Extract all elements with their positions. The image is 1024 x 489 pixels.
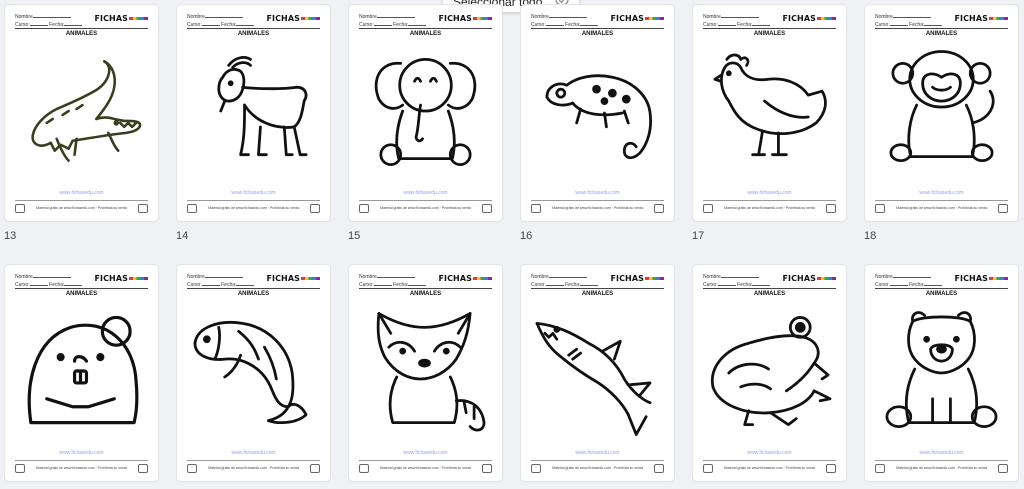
sheet-footer: Material gratis de www.fichasedu.com · P… xyxy=(531,463,664,473)
worksheet-card-14[interactable]: Nombre Curso: Fecha: FICHAS ANIMALES www… xyxy=(177,5,330,221)
sheet-url: www.fichasedu.com xyxy=(575,450,620,456)
fichas-logo: FICHAS xyxy=(94,14,148,23)
worksheet-card-20[interactable]: Nombre Curso: Fecha: FICHAS ANIMALES www… xyxy=(177,265,330,481)
sheet-footer: Material gratis de www.fichasedu.com · P… xyxy=(703,203,836,213)
sheet-url: www.fichasedu.com xyxy=(403,190,448,196)
sheet-url: www.fichasedu.com xyxy=(747,190,792,196)
fichas-logo: FICHAS xyxy=(954,14,1008,23)
sheet-header-fields: Nombre Curso: Fecha: xyxy=(187,13,255,28)
fecha-label: Fecha: xyxy=(49,21,65,28)
page-number: 18 xyxy=(864,230,877,242)
sheet-footer: Material gratis de www.fichasedu.com · P… xyxy=(187,463,320,473)
sheet-header-fields: Nombre Curso: Fecha: xyxy=(875,13,943,28)
sheet-footer: Material gratis de www.fichasedu.com · P… xyxy=(359,203,492,213)
child-icon xyxy=(138,204,148,213)
hen-drawing xyxy=(705,43,834,183)
fichas-logo: FICHAS xyxy=(266,274,320,283)
bear-drawing xyxy=(877,303,1006,443)
raccoon-drawing xyxy=(361,303,490,443)
sheet-url: www.fichasedu.com xyxy=(919,190,964,196)
sheet-header-fields: Nombre Curso: Fecha: xyxy=(703,13,771,28)
sheet-header-fields: Nombre Curso: Fecha: xyxy=(359,13,427,28)
sheet-header-fields: Nombre Curso: Fecha: xyxy=(875,273,943,288)
page-number: 16 xyxy=(520,230,533,242)
sheet-url: www.fichasedu.com xyxy=(59,190,104,196)
sheet-url: www.fichasedu.com xyxy=(747,450,792,456)
sheet-footer: Material gratis de www.fichasedu.com · P… xyxy=(187,203,320,213)
sheet-footer: Material gratis de www.fichasedu.com · P… xyxy=(875,463,1008,473)
sheet-header-fields: Nombre Curso: Fecha: xyxy=(187,273,255,288)
sheet-title: ANIMALES xyxy=(925,291,958,297)
beaver-drawing xyxy=(17,303,146,443)
sheet-header-fields: Nombre Curso: Fecha: xyxy=(703,273,771,288)
nombre-label: Nombre xyxy=(15,14,33,20)
sheet-header-fields: Nombre Curso: Fecha: xyxy=(359,273,427,288)
worksheet-card-22[interactable]: Nombre Curso: Fecha: FICHAS ANIMALES www… xyxy=(521,265,674,481)
fish-drawing xyxy=(189,303,318,443)
sheet-title: ANIMALES xyxy=(409,31,442,37)
sheet-url: www.fichasedu.com xyxy=(919,450,964,456)
sheet-header-fields: Nombre Curso: Fecha: xyxy=(15,13,83,28)
worksheet-card-18[interactable]: Nombre Curso: Fecha: FICHAS ANIMALES www… xyxy=(865,5,1018,221)
sheet-title: ANIMALES xyxy=(581,31,614,37)
sheet-url: www.fichasedu.com xyxy=(231,450,276,456)
worksheet-card-21[interactable]: Nombre Curso: Fecha: FICHAS ANIMALES www… xyxy=(349,265,502,481)
sheet-footer: Material gratis de www.fichasedu.com · P… xyxy=(531,203,664,213)
sheet-title: ANIMALES xyxy=(237,31,270,37)
sheet-url: www.fichasedu.com xyxy=(231,190,276,196)
crocodile-drawing xyxy=(17,43,146,183)
page-number: 15 xyxy=(348,230,361,242)
sheet-title: ANIMALES xyxy=(65,291,98,297)
fichas-logo: FICHAS xyxy=(266,14,320,23)
fichas-logo: FICHAS xyxy=(782,274,836,283)
worksheet-card-23[interactable]: Nombre Curso: Fecha: FICHAS ANIMALES www… xyxy=(693,265,846,481)
elephant-drawing xyxy=(361,43,490,183)
monkey-drawing xyxy=(877,43,1006,183)
sheet-header-fields: Nombre Curso: Fecha: xyxy=(15,273,83,288)
fichas-logo: FICHAS xyxy=(782,14,836,23)
page-number: 17 xyxy=(692,230,705,242)
sheet-header-fields: Nombre Curso: Fecha: xyxy=(531,273,599,288)
shark-drawing xyxy=(533,303,662,443)
worksheet-card-15[interactable]: Nombre Curso: Fecha: FICHAS ANIMALES www… xyxy=(349,5,502,221)
sheet-header-fields: Nombre Curso: Fecha: xyxy=(531,13,599,28)
fichas-logo: FICHAS xyxy=(438,274,492,283)
sheet-title: ANIMALES xyxy=(409,291,442,297)
fichas-logo: FICHAS xyxy=(610,274,664,283)
fichas-logo: FICHAS xyxy=(94,274,148,283)
frog-drawing xyxy=(705,303,834,443)
sheet-url: www.fichasedu.com xyxy=(403,450,448,456)
sheet-title: ANIMALES xyxy=(65,31,98,37)
sheet-url: www.fichasedu.com xyxy=(575,190,620,196)
sheet-title: ANIMALES xyxy=(753,31,786,37)
sheet-footer: Material gratis de www.fichasedu.com · P… xyxy=(15,463,148,473)
page-number: 14 xyxy=(176,230,189,242)
worksheet-card-16[interactable]: Nombre Curso: Fecha: FICHAS ANIMALES www… xyxy=(521,5,674,221)
sheet-title: ANIMALES xyxy=(581,291,614,297)
child-icon xyxy=(15,204,25,213)
worksheet-card-24[interactable]: Nombre Curso: Fecha: FICHAS ANIMALES www… xyxy=(865,265,1018,481)
page-number: 13 xyxy=(4,230,17,242)
chameleon-drawing xyxy=(533,43,662,183)
worksheet-card-17[interactable]: Nombre Curso: Fecha: FICHAS ANIMALES www… xyxy=(693,5,846,221)
curso-label: Curso: xyxy=(15,21,30,28)
fichas-logo: FICHAS xyxy=(954,274,1008,283)
fichas-logo: FICHAS xyxy=(438,14,492,23)
sheet-footer: Material gratis de www.fichasedu.com · P… xyxy=(15,203,148,213)
worksheet-card-19[interactable]: Nombre Curso: Fecha: FICHAS ANIMALES www… xyxy=(5,265,158,481)
sheet-footer: Material gratis de www.fichasedu.com · P… xyxy=(703,463,836,473)
sheet-footer: Material gratis de www.fichasedu.com · P… xyxy=(359,463,492,473)
sheet-footer: Material gratis de www.fichasedu.com · P… xyxy=(875,203,1008,213)
goat-drawing xyxy=(189,43,318,183)
sheet-url: www.fichasedu.com xyxy=(59,450,104,456)
worksheet-card-13[interactable]: Nombre Curso: Fecha: FICHAS ANIMALES www… xyxy=(5,5,158,221)
sheet-title: ANIMALES xyxy=(925,31,958,37)
sheet-title: ANIMALES xyxy=(753,291,786,297)
sheet-title: ANIMALES xyxy=(237,291,270,297)
fichas-logo: FICHAS xyxy=(610,14,664,23)
